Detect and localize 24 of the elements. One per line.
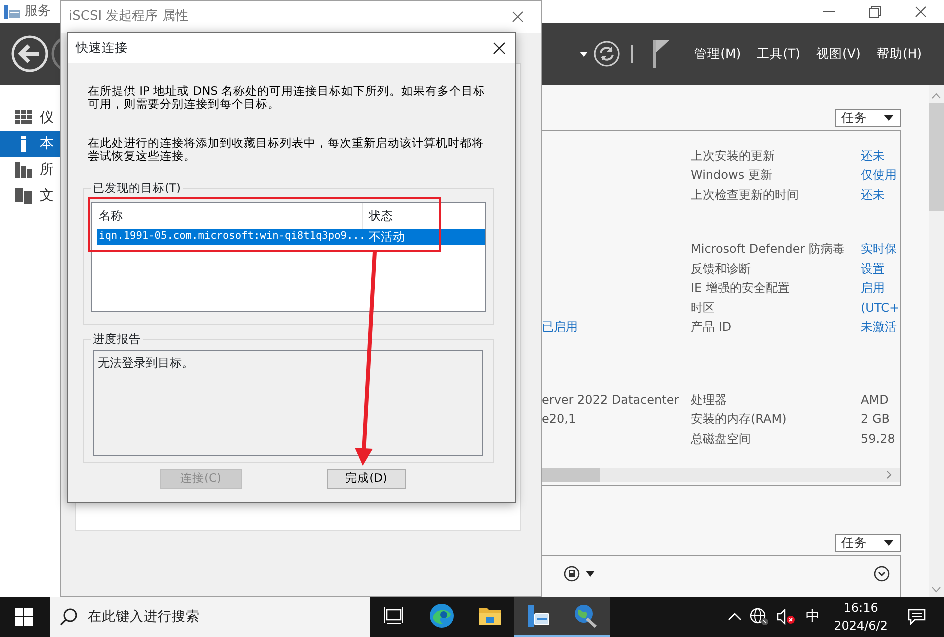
- property-label: IE 增强的安全配置: [691, 281, 790, 296]
- property-value: 59.28: [861, 432, 896, 446]
- property-label: 安装的内存(RAM): [691, 412, 787, 426]
- group-label: 进度报告: [91, 332, 143, 346]
- property-label: 上次检查更新的时间: [691, 188, 799, 202]
- property-value: erver 2022 Datacenter: [542, 392, 680, 407]
- property-label: Microsoft Defender 防病毒: [691, 242, 846, 256]
- property-label: Windows 更新: [691, 168, 772, 182]
- property-value: 2 GB: [861, 412, 890, 426]
- property-label: 上次安装的更新: [691, 148, 775, 163]
- dialog-title: 快速连接: [76, 38, 128, 57]
- window-title: 服务: [25, 2, 51, 21]
- instruction-text: 在所提供 IP 地址或 DNS 名称处的可用连接目标如下所列。如果有多个目标可用，则需要分别连接到每个目标。: [88, 85, 487, 111]
- property-label: 反馈和诊断: [691, 262, 751, 276]
- property-label: 处理器: [691, 392, 727, 407]
- property-value: AMD: [861, 392, 889, 407]
- property-label: 产品 ID: [691, 320, 732, 334]
- group-label: 已发现的目标(T): [91, 181, 183, 195]
- property-label: 总磁盘空间: [691, 432, 751, 446]
- property-value: e20,1: [542, 412, 576, 426]
- window-title: iSCSI 发起程序 属性: [69, 8, 188, 26]
- progress-text-box: 无法登录到目标。: [93, 350, 483, 456]
- property-label: 时区: [691, 300, 715, 315]
- instruction-text: 在此处进行的连接将添加到收藏目标列表中，每次重新启动该计算机时都将尝试恢复这些连接。: [88, 137, 485, 163]
